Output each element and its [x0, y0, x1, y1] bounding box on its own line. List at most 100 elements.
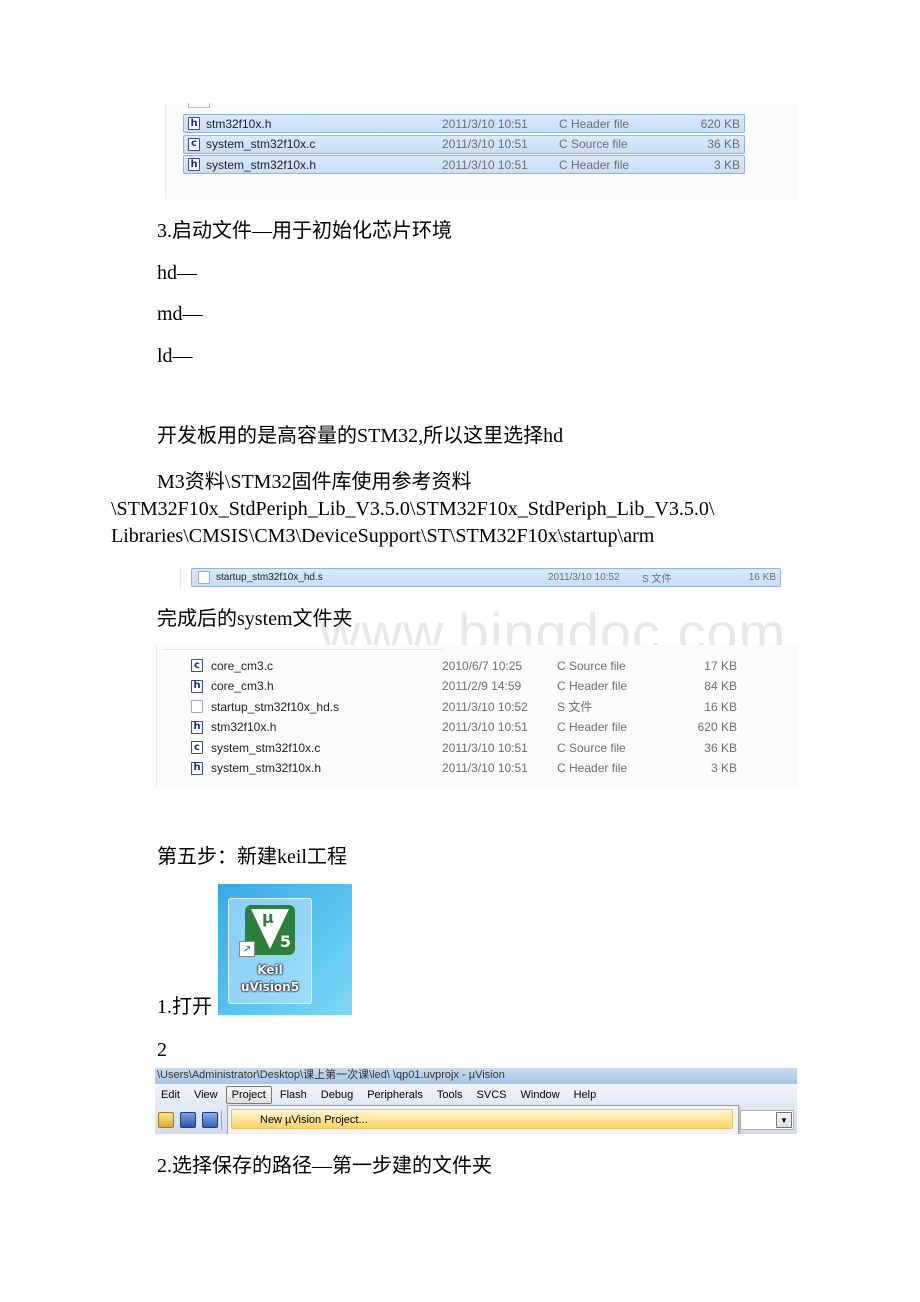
file-size: 17 KB: [704, 658, 737, 673]
file-name: core_cm3.h: [211, 679, 274, 693]
menu-bar: Edit View Project Flash Debug Peripherals Tool…: [155, 1084, 797, 1106]
file-date: 2011/3/10 10:51: [442, 116, 528, 131]
file-name: stm32f10x.h: [211, 720, 277, 734]
source-file-icon: c: [188, 137, 200, 151]
menu-flash[interactable]: Flash: [274, 1086, 313, 1104]
file-size: 16 KB: [704, 699, 737, 714]
hd-line: hd—: [157, 262, 197, 284]
save-all-icon[interactable]: [202, 1112, 218, 1128]
keil-uvision5-shortcut[interactable]: μ 5 ↗ Keil uVision5: [228, 898, 312, 1004]
file-name: startup_stm32f10x_hd.s: [211, 699, 340, 714]
menu-help[interactable]: Help: [568, 1086, 603, 1104]
file-size: 620 KB: [700, 116, 740, 131]
file-date: 2011/3/10 10:51: [442, 157, 528, 172]
menu-edit[interactable]: Edit: [155, 1086, 186, 1104]
file-name: system_stm32f10x.c: [206, 137, 316, 151]
file-type: C Header file: [557, 720, 628, 734]
menu-item-label: New µVision Project...: [260, 1114, 368, 1126]
file-date: 2011/3/10 10:51: [442, 137, 528, 151]
file-name: system_stm32f10x.h: [206, 157, 317, 172]
file-row[interactable]: h system_stm32f10x.h 2011/3/10 10:51 C Head…: [187, 759, 767, 778]
file-date: 2011/3/10 10:51: [442, 720, 528, 734]
file-explorer-screenshot-2: startup_stm32f10x_hd.s 2011/3/10 10:52 S…: [180, 567, 783, 589]
file-name: startup_stm32f10x_hd.s: [216, 572, 323, 583]
chevron-down-icon[interactable]: ▼: [776, 1112, 792, 1128]
choose-path-step: 2.选择保存的路径—第一步建的文件夹: [157, 1155, 492, 1177]
keil-label-line2: uVision5: [240, 980, 300, 994]
file-size: 36 KB: [704, 740, 737, 755]
file-row[interactable]: h core_cm3.h 2011/2/9 14:59 C Header file 84…: [187, 677, 767, 696]
file-row[interactable]: c system_stm32f10x.c 2011/3/10 10:51 C Sour…: [183, 134, 745, 154]
file-row[interactable]: h stm32f10x.h 2011/3/10 10:51 C Header file…: [183, 114, 745, 133]
header-file-icon: h: [191, 761, 203, 775]
source-file-icon: c: [191, 741, 203, 754]
file-type: S 文件: [557, 700, 593, 714]
open-folder-icon[interactable]: [158, 1112, 174, 1128]
file-explorer-screenshot-3: c core_cm3.c 2010/6/7 10:25 C Source file 17…: [156, 645, 798, 787]
file-name: system_stm32f10x.h: [211, 761, 322, 775]
startup-heading: 3.启动文件—用于初始化芯片环境: [157, 220, 452, 242]
md-line: md—: [157, 303, 203, 325]
file-size: 3 KB: [710, 761, 737, 775]
file-size: 36 KB: [707, 137, 740, 151]
file-date: 2010/6/7 10:25: [442, 658, 523, 673]
file-row[interactable]: h system_stm32f10x.h 2011/3/10 10:51 C Head…: [183, 155, 745, 174]
file-type: C Header file: [557, 679, 628, 693]
path-line-3: Libraries\CMSIS\CM3\DeviceSupport\ST\STM…: [111, 525, 655, 547]
window-title: \Users\Administrator\Desktop\课上第一次课\led\…: [155, 1068, 797, 1084]
file-size: 84 KB: [704, 679, 737, 693]
file-row[interactable]: startup_stm32f10x_hd.s 2011/3/10 10:52 S 文…: [187, 697, 767, 716]
file-row[interactable]: c system_stm32f10x.c 2011/3/10 10:51 C Sour…: [187, 738, 767, 757]
menu-tools[interactable]: Tools: [431, 1086, 469, 1104]
file-name: stm32f10x.h: [206, 116, 272, 131]
toolbar-separator: [221, 1110, 222, 1130]
header-file-icon: h: [188, 158, 200, 171]
project-dropdown-menu: New µVision Project...: [227, 1105, 739, 1134]
file-type: S 文件: [642, 574, 672, 585]
path-line-2: \STM32F10x_StdPeriph_Lib_V3.5.0\STM32F10…: [111, 498, 715, 520]
generic-file-icon: [191, 700, 203, 713]
file-date: 2011/2/9 14:59: [442, 679, 522, 693]
file-date: 2011/3/10 10:52: [548, 572, 620, 583]
divider: [163, 649, 443, 650]
file-date: 2011/3/10 10:52: [442, 699, 528, 714]
system-folder-caption: 完成后的system文件夹: [157, 608, 353, 630]
file-name: system_stm32f10x.c: [211, 740, 321, 755]
menu-project[interactable]: Project: [225, 1086, 272, 1104]
menu-debug[interactable]: Debug: [315, 1086, 359, 1104]
file-icon: [198, 571, 210, 584]
file-size: 3 KB: [713, 157, 740, 172]
save-icon[interactable]: [180, 1112, 196, 1128]
file-row[interactable]: c core_cm3.c 2010/6/7 10:25 C Source file 17…: [187, 656, 767, 675]
menu-window[interactable]: Window: [515, 1086, 566, 1104]
uvision-window: \Users\Administrator\Desktop\课上第一次课\led\…: [155, 1068, 797, 1134]
mu-glyph: μ: [262, 908, 274, 927]
file-name: core_cm3.c: [211, 658, 274, 673]
menu-peripherals[interactable]: Peripherals: [361, 1086, 429, 1104]
version-glyph: 5: [279, 932, 291, 951]
keil-label-line1: Keil: [257, 963, 283, 977]
file-size: 620 KB: [697, 720, 737, 734]
file-size: 16 KB: [748, 572, 776, 583]
file-type: C Header file: [557, 761, 628, 775]
header-file-icon: h: [188, 117, 200, 130]
step-two-number: 2: [157, 1039, 167, 1061]
file-row[interactable]: startup_stm32f10x_hd.s 2011/3/10 10:52 S…: [191, 568, 781, 587]
new-uvision-project-item[interactable]: New µVision Project...: [231, 1109, 733, 1129]
header-file-icon: h: [191, 720, 203, 734]
open-step: 1.打开: [157, 996, 212, 1018]
file-type: C Source file: [559, 137, 628, 151]
file-row[interactable]: h stm32f10x.h 2011/3/10 10:51 C Header file…: [187, 718, 767, 737]
file-explorer-screenshot-1: h stm32f10x.h 2011/3/10 10:51 C Header file…: [165, 103, 798, 199]
menu-svcs[interactable]: SVCS: [471, 1086, 513, 1104]
file-type: C Source file: [557, 658, 626, 673]
target-combo-box[interactable]: ▼: [740, 1110, 794, 1130]
step5-heading: 第五步：新建keil工程: [157, 846, 347, 868]
choice-text: 开发板用的是高容量的STM32,所以这里选择hd: [157, 425, 564, 447]
menu-view[interactable]: View: [188, 1086, 224, 1104]
header-file-icon: h: [191, 679, 203, 693]
partial-file-icon: [188, 103, 210, 108]
file-date: 2011/3/10 10:51: [442, 740, 528, 755]
file-date: 2011/3/10 10:51: [442, 761, 528, 775]
ld-line: ld—: [157, 345, 193, 367]
